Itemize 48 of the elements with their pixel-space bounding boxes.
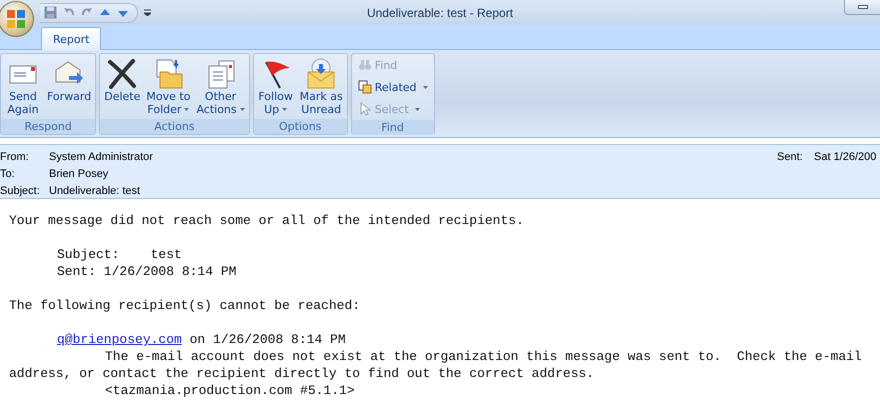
field-label: Sent: xyxy=(777,150,804,162)
caret-icon xyxy=(414,108,420,110)
window-title: Undeliverable: test - Report xyxy=(366,6,514,20)
body-text: on 1/26/2008 8:14 PM xyxy=(188,331,346,348)
caret-icon xyxy=(282,108,288,112)
minimize-button[interactable] xyxy=(844,0,880,15)
subject-text: Undeliverable: test xyxy=(49,184,142,196)
office-logo-icon xyxy=(6,9,26,29)
ribbon-button[interactable]: Move to Folder xyxy=(144,56,192,119)
body-text: address, or contact the recipient directly to find out the correct address. xyxy=(9,366,594,381)
body-text: Your message did not reach some or all of the intended recipients. xyxy=(9,213,524,228)
caret-icon xyxy=(422,86,428,88)
ribbon-button[interactable]: Mark as Unread xyxy=(298,56,345,119)
minimize-icon xyxy=(858,5,868,9)
sender-name: System Administrator xyxy=(49,150,154,162)
save-icon[interactable] xyxy=(44,6,57,19)
body-text: The e-mail account does not exist at the organization this message was sent to. Check the e-mail xyxy=(105,349,862,364)
ribbon-button[interactable]: Other Actions xyxy=(194,56,247,119)
ribbon-tab[interactable]: Report xyxy=(41,27,102,50)
recipient-name: Brien Posey xyxy=(49,168,110,180)
caret-icon xyxy=(184,108,190,112)
field-label: To: xyxy=(0,168,16,180)
group-label: Find xyxy=(352,120,434,135)
body-text: Subject: test xyxy=(57,247,182,262)
body-text: The following recipient(s) cannot be reached: xyxy=(9,298,360,313)
group-label: Respond xyxy=(1,119,96,134)
field-label: From: xyxy=(0,150,30,162)
related-documents-icon xyxy=(358,80,372,94)
ribbon-button[interactable]: Related xyxy=(354,76,432,98)
ribbon-button[interactable]: Follow Up xyxy=(256,56,296,119)
ribbon-button[interactable]: Forward xyxy=(45,56,94,119)
ribbon-button[interactable]: Delete xyxy=(102,56,142,119)
delete-icon xyxy=(106,58,138,90)
ribbon-button[interactable]: Send Again xyxy=(3,56,43,119)
group-label: Options xyxy=(254,119,347,134)
field-label: Subject: xyxy=(0,184,41,196)
customize-icon[interactable] xyxy=(144,9,151,16)
office-button[interactable] xyxy=(0,1,34,37)
unread-envelope-icon xyxy=(305,58,338,90)
body-text: <tazmania.production.com #5.1.1> xyxy=(105,383,355,398)
cursor-icon xyxy=(358,102,372,116)
email-link[interactable]: q@brienposey.com xyxy=(57,331,182,348)
sent-date: Sat 1/26/200 xyxy=(814,150,878,162)
binoculars-icon xyxy=(358,58,372,72)
body-text: Sent: 1/26/2008 8:14 PM xyxy=(57,264,236,279)
caret-icon xyxy=(240,108,245,112)
group-label: Actions xyxy=(100,119,249,134)
up-arrow-icon[interactable] xyxy=(99,8,111,18)
